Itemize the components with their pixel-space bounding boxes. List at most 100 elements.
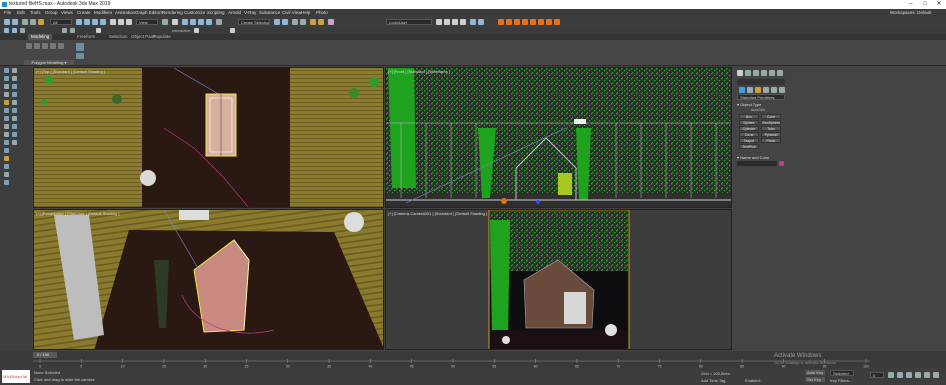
grid-icon[interactable] [20,28,25,33]
sphere-button[interactable]: Sphere [739,120,759,125]
tube-button[interactable]: Tube [761,126,781,131]
render-cloud-icon[interactable] [478,19,484,25]
viewport-camera[interactable]: [+] [Camera-Camera001 ] [Standard ] [Def… [385,209,732,350]
render-production-icon[interactable] [452,19,458,25]
ribbon-large-icon[interactable] [76,53,84,59]
ribbon-tool-icon[interactable] [50,43,56,49]
vray-fur-icon[interactable] [546,19,552,25]
modify-tab-icon[interactable] [745,70,751,76]
plane-button[interactable]: Plane [761,138,781,143]
ribbon-tool-icon[interactable] [34,43,40,49]
active-shade-icon[interactable] [470,19,476,25]
cylinder-button[interactable]: Cylinder [739,126,759,131]
orbit-icon[interactable] [906,372,912,378]
helper-tool-icon[interactable] [4,172,9,177]
menu-photo[interactable]: Photo [316,10,328,15]
scale-tool-icon[interactable] [4,92,9,97]
maximize-viewport-icon[interactable] [933,372,939,378]
display-tab-icon[interactable] [769,70,775,76]
torus-button[interactable]: Torus [739,132,759,137]
utilities-tool-icon[interactable] [4,132,9,137]
vray-render-icon[interactable] [506,19,512,25]
key-filters-button[interactable]: Key Filters... [830,378,852,383]
extra-tool-icon[interactable] [12,68,17,73]
render-iterative-icon[interactable] [460,19,466,25]
vray-plane-icon[interactable] [554,19,560,25]
extra-tool-icon[interactable] [12,140,17,145]
menu-edit[interactable]: Edit [17,10,25,15]
close-button[interactable]: ✕ [932,0,946,9]
extra-tool-icon[interactable] [12,76,17,81]
window-crossing-icon[interactable] [100,19,106,25]
shapes-icon[interactable] [747,87,753,93]
spacewarp-tool-icon[interactable] [4,180,9,185]
rendered-frame-icon[interactable] [444,19,450,25]
extra-tool-icon[interactable] [12,84,17,89]
layer-tool-icon[interactable] [4,108,9,113]
menu-rendering[interactable]: Rendering [162,10,183,15]
current-frame-field[interactable]: 0 [870,372,884,378]
menu-modifiers[interactable]: Modifiers [94,10,112,15]
create-tab-icon[interactable] [737,70,743,76]
set-key-button[interactable]: Set Key [805,377,825,382]
viewport-front[interactable]: [+] [Front ] [Standard ] [Wireframe ] [385,67,732,208]
teapot-button[interactable]: Teapot [739,138,759,143]
rotate-icon[interactable] [118,19,124,25]
vray-light-icon[interactable] [514,19,520,25]
maximize-button[interactable]: □ [918,0,932,9]
menu-views[interactable]: Views [61,10,73,15]
selection-set-dropdown[interactable]: Create Selection Se [238,19,270,25]
add-time-tag[interactable]: Add Time Tag [701,378,725,383]
selection-filter-dropdown[interactable]: All [50,19,72,25]
utilities-tab-icon[interactable] [777,70,783,76]
ribbon-tool-icon[interactable] [42,43,48,49]
ribbon-large-icon[interactable] [76,43,84,51]
link-icon[interactable] [22,19,28,25]
menu-substance[interactable]: Substance [259,10,280,15]
extra-tool-icon[interactable] [12,92,17,97]
percent-snap-icon[interactable] [198,19,204,25]
menu-animation[interactable]: Animation [115,10,135,15]
lights-icon[interactable] [755,87,761,93]
freeze-tool-icon[interactable] [4,140,9,145]
schematic-view-icon[interactable] [318,19,324,25]
light-tool-icon[interactable] [4,156,9,161]
user-account-dropdown[interactable]: LoginUser [386,19,432,25]
undo-icon[interactable] [4,19,10,25]
vray-proxy-icon[interactable] [538,19,544,25]
extra-tool-icon[interactable] [12,100,17,105]
scale-icon[interactable] [126,19,132,25]
cone-button[interactable]: Cone [761,114,781,119]
hierarchy-tab-icon[interactable] [753,70,759,76]
snap-tool-icon[interactable] [4,100,9,105]
angle-snap-icon[interactable] [190,19,196,25]
rotate-tool-icon[interactable] [4,84,9,89]
auto-key-button[interactable]: Auto Key [805,370,825,375]
extra-tool-icon[interactable] [12,132,17,137]
geometry-icon[interactable] [739,87,745,93]
ribbon-tool-icon[interactable] [58,43,64,49]
container-icon[interactable] [4,28,9,33]
hierarchy-tool-icon[interactable] [4,116,9,121]
menu-civil-view[interactable]: Civil View [282,10,301,15]
edit-named-selection-icon[interactable] [216,19,222,25]
viewport-label-camera[interactable]: [+] [Camera-Camera001 ] [Standard ] [Def… [388,211,487,216]
object-type-header[interactable]: ▾ Object Type [737,102,761,107]
zoom-extents-icon[interactable] [897,372,903,378]
object-color-swatch[interactable] [779,161,784,166]
autogrid-checkbox[interactable]: AutoGrid [751,108,765,112]
pyramid-button[interactable]: Pyramid [761,132,781,137]
viewport-top[interactable]: [+] [Top ] [Standard ] [Default Shading … [33,67,384,208]
helpers-icon[interactable] [771,87,777,93]
extra-tool-icon[interactable] [12,124,17,129]
pivot-center-icon[interactable] [162,19,168,25]
viewport-label-front[interactable]: [+] [Front ] [Standard ] [Wireframe ] [388,69,450,74]
cameras-icon[interactable] [763,87,769,93]
name-color-header[interactable]: ▾ Name and Color [737,155,769,160]
material-editor-icon[interactable] [328,19,334,25]
reference-coordinate-dropdown[interactable]: View [136,19,158,25]
viewport-label-perspective[interactable]: [+] [Perspective ] [Standard ] [Default … [36,211,120,216]
minimize-button[interactable]: – [904,0,918,9]
layer-manager-icon[interactable] [292,19,298,25]
menu-graph-editors[interactable]: Graph Editors [135,10,163,15]
